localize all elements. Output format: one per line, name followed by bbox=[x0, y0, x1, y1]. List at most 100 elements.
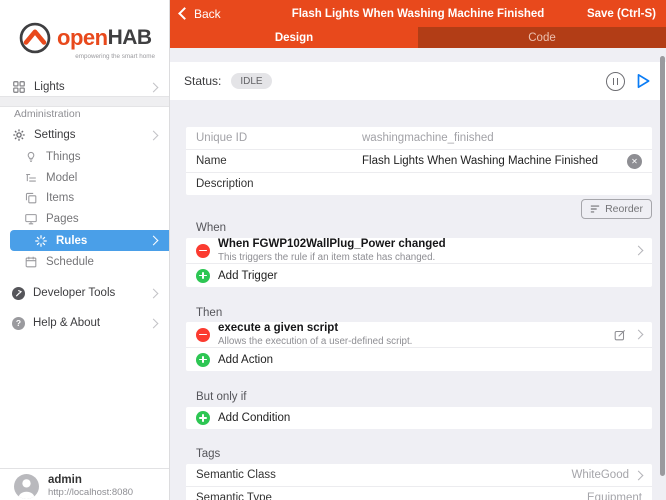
semantic-class-value: WhiteGood bbox=[571, 469, 629, 481]
sidebar-item-label: Schedule bbox=[46, 256, 94, 268]
semantic-class-label: Semantic Class bbox=[196, 469, 276, 481]
condition-card: Add Condition bbox=[186, 407, 652, 429]
then-card: execute a given script Allows the execut… bbox=[186, 322, 652, 371]
add-action-button[interactable]: Add Action bbox=[186, 347, 652, 371]
chevron-right-icon bbox=[633, 245, 644, 256]
rule-meta-card: Unique ID washingmachine_finished Name F… bbox=[186, 127, 652, 195]
sidebar-item-label: Settings bbox=[34, 129, 76, 141]
sidebar-item-label: Model bbox=[46, 172, 78, 184]
run-now-button[interactable] bbox=[634, 72, 652, 90]
scrollbar-thumb[interactable] bbox=[660, 56, 665, 476]
sidebar-item-label: Help & About bbox=[33, 317, 101, 329]
chevron-right-icon bbox=[148, 318, 159, 328]
name-input[interactable]: Flash Lights When Washing Machine Finish… bbox=[362, 155, 621, 167]
remove-action-icon[interactable] bbox=[196, 327, 210, 342]
top-navbar: Flash Lights When Washing Machine Finish… bbox=[170, 0, 666, 27]
remove-trigger-icon[interactable] bbox=[196, 243, 210, 258]
server-url: http://localhost:8080 bbox=[48, 487, 134, 498]
action-item[interactable]: execute a given script Allows the execut… bbox=[186, 322, 652, 347]
description-label: Description bbox=[196, 178, 254, 190]
chevron-right-icon bbox=[633, 329, 644, 340]
sidebar-item-label: Pages bbox=[46, 213, 79, 225]
hammer-icon bbox=[12, 286, 25, 300]
semantic-type-row[interactable]: Semantic Type Equipment bbox=[186, 486, 652, 500]
reorder-button[interactable]: Reorder bbox=[581, 199, 652, 219]
sidebar-item-schedule[interactable]: Schedule bbox=[0, 252, 169, 272]
openhab-logo-icon bbox=[19, 22, 51, 54]
sidebar-divider bbox=[0, 96, 169, 107]
sidebar-item-model[interactable]: Model bbox=[0, 168, 169, 188]
sparkle-wand-icon bbox=[35, 234, 47, 247]
tab-design[interactable]: Design bbox=[170, 27, 418, 48]
add-trigger-button[interactable]: Add Trigger bbox=[186, 263, 652, 287]
sidebar-item-help-about[interactable]: ? Help & About bbox=[0, 313, 169, 333]
section-title-but-only-if: But only if bbox=[196, 391, 247, 403]
chevron-left-icon bbox=[178, 7, 191, 20]
add-trigger-label: Add Trigger bbox=[218, 269, 278, 282]
question-mark-icon: ? bbox=[12, 316, 25, 330]
monitor-icon bbox=[25, 214, 37, 225]
action-title: execute a given script bbox=[218, 322, 339, 335]
apps-grid-icon bbox=[13, 81, 25, 93]
calendar-icon bbox=[25, 256, 37, 268]
sidebar-section-administration: Administration bbox=[14, 108, 81, 120]
copy-icon bbox=[25, 192, 37, 204]
tab-code[interactable]: Code bbox=[418, 27, 666, 48]
sidebar-item-label: Developer Tools bbox=[33, 287, 116, 299]
clear-name-icon[interactable]: ✕ bbox=[627, 153, 642, 169]
sidebar-footer-divider bbox=[0, 468, 169, 469]
sidebar-item-label: Lights bbox=[34, 81, 65, 93]
add-condition-label: Add Condition bbox=[218, 412, 291, 424]
section-title-then: Then bbox=[196, 307, 223, 319]
name-row: Name Flash Lights When Washing Machine F… bbox=[186, 149, 652, 172]
sidebar-item-pages[interactable]: Pages bbox=[0, 209, 169, 229]
sidebar-item-settings[interactable]: Settings bbox=[0, 125, 169, 145]
semantic-type-value: Equipment bbox=[587, 492, 642, 500]
reorder-icon bbox=[590, 205, 600, 213]
back-button[interactable]: Back bbox=[178, 6, 221, 21]
chevron-right-icon bbox=[148, 130, 159, 140]
logo-text-hab: HAB bbox=[107, 26, 153, 49]
plus-icon bbox=[196, 352, 210, 367]
sidebar: open HAB empowering the smart home Lights… bbox=[0, 0, 170, 500]
sidebar-item-label: Rules bbox=[56, 234, 88, 247]
gear-icon bbox=[13, 129, 25, 141]
user-account[interactable]: admin http://localhost:8080 bbox=[14, 474, 133, 499]
chevron-right-icon bbox=[148, 288, 159, 298]
save-button[interactable]: Save (Ctrl-S) bbox=[587, 8, 656, 20]
chevron-right-icon bbox=[148, 235, 159, 246]
add-condition-button[interactable]: Add Condition bbox=[186, 407, 652, 429]
semantic-class-row[interactable]: Semantic Class WhiteGood bbox=[186, 464, 652, 486]
semantic-type-label: Semantic Type bbox=[196, 492, 272, 500]
chevron-right-icon bbox=[148, 82, 159, 92]
disable-rule-button[interactable] bbox=[606, 71, 625, 91]
lightbulb-icon bbox=[27, 151, 35, 162]
sidebar-item-rules[interactable]: Rules bbox=[10, 230, 169, 251]
model-tree-icon bbox=[26, 173, 36, 182]
plus-icon bbox=[196, 268, 210, 283]
trigger-subtitle: This triggers the rule if an item state … bbox=[218, 252, 436, 264]
edit-script-icon[interactable] bbox=[613, 328, 627, 342]
action-subtitle: Allows the execution of a user-defined s… bbox=[218, 336, 413, 348]
unique-id-label: Unique ID bbox=[196, 132, 248, 144]
back-label: Back bbox=[194, 6, 221, 21]
reorder-label: Reorder bbox=[605, 203, 643, 215]
unique-id-row: Unique ID washingmachine_finished bbox=[186, 127, 652, 149]
sidebar-item-items[interactable]: Items bbox=[0, 188, 169, 208]
avatar bbox=[14, 474, 39, 499]
sidebar-item-lights[interactable]: Lights bbox=[0, 77, 169, 97]
when-card: When FGWP102WallPlug_Power changed This … bbox=[186, 238, 652, 287]
trigger-title: When FGWP102WallPlug_Power changed bbox=[218, 238, 446, 251]
username: admin bbox=[48, 474, 82, 486]
name-label: Name bbox=[196, 155, 227, 167]
sidebar-item-label: Items bbox=[46, 192, 75, 204]
sidebar-item-developer-tools[interactable]: Developer Tools bbox=[0, 283, 169, 303]
logo-text-open: open bbox=[57, 25, 108, 50]
section-title-tags: Tags bbox=[196, 448, 221, 460]
rule-editor-content: Status: IDLE Unique ID washingmachine_fi… bbox=[170, 48, 666, 500]
pause-icon bbox=[612, 77, 615, 85]
unique-id-value: washingmachine_finished bbox=[362, 132, 494, 144]
status-badge: IDLE bbox=[231, 73, 272, 89]
trigger-item[interactable]: When FGWP102WallPlug_Power changed This … bbox=[186, 238, 652, 263]
sidebar-item-things[interactable]: Things bbox=[0, 147, 169, 167]
